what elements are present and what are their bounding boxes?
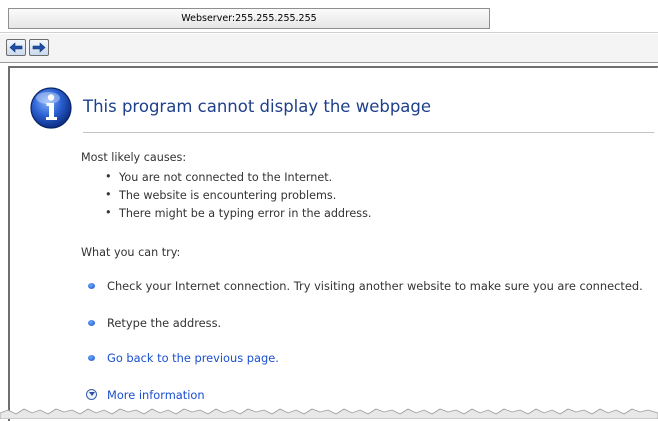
window-title-bar: Webserver:255.255.255.255: [8, 8, 490, 29]
arrow-right-icon: [32, 42, 46, 53]
cause-item: You are not connected to the Internet.: [119, 171, 333, 184]
torn-edge-right: [653, 66, 658, 406]
bullet-icon: •: [105, 170, 112, 183]
bullet-icon: •: [105, 188, 112, 201]
more-information-link[interactable]: More information: [107, 388, 205, 402]
torn-edge-bottom: [0, 408, 658, 419]
arrow-left-icon: [9, 42, 23, 53]
page-title: This program cannot display the webpage: [83, 97, 432, 116]
expand-chevron-icon[interactable]: [86, 389, 97, 400]
window-title: Webserver:255.255.255.255: [181, 13, 317, 24]
action-bullet-icon: [88, 355, 95, 361]
go-back-link[interactable]: Go back to the previous page.: [107, 351, 279, 365]
cause-item: There might be a typing error in the add…: [119, 207, 372, 220]
info-icon: [30, 87, 72, 129]
action-retype-address: Retype the address.: [107, 316, 222, 330]
try-title: What you can try:: [81, 246, 181, 259]
forward-button[interactable]: [29, 39, 49, 56]
divider: [0, 32, 658, 33]
bullet-icon: •: [105, 206, 112, 219]
navigation-toolbar: [0, 34, 658, 63]
action-bullet-icon: [88, 283, 95, 289]
action-bullet-icon: [88, 320, 95, 326]
back-button[interactable]: [6, 39, 26, 56]
heading-divider: [83, 132, 658, 133]
cause-item: The website is encountering problems.: [119, 189, 337, 202]
causes-title: Most likely causes:: [81, 151, 187, 164]
browser-content-area: [8, 66, 658, 421]
action-check-connection: Check your Internet connection. Try visi…: [107, 279, 643, 293]
